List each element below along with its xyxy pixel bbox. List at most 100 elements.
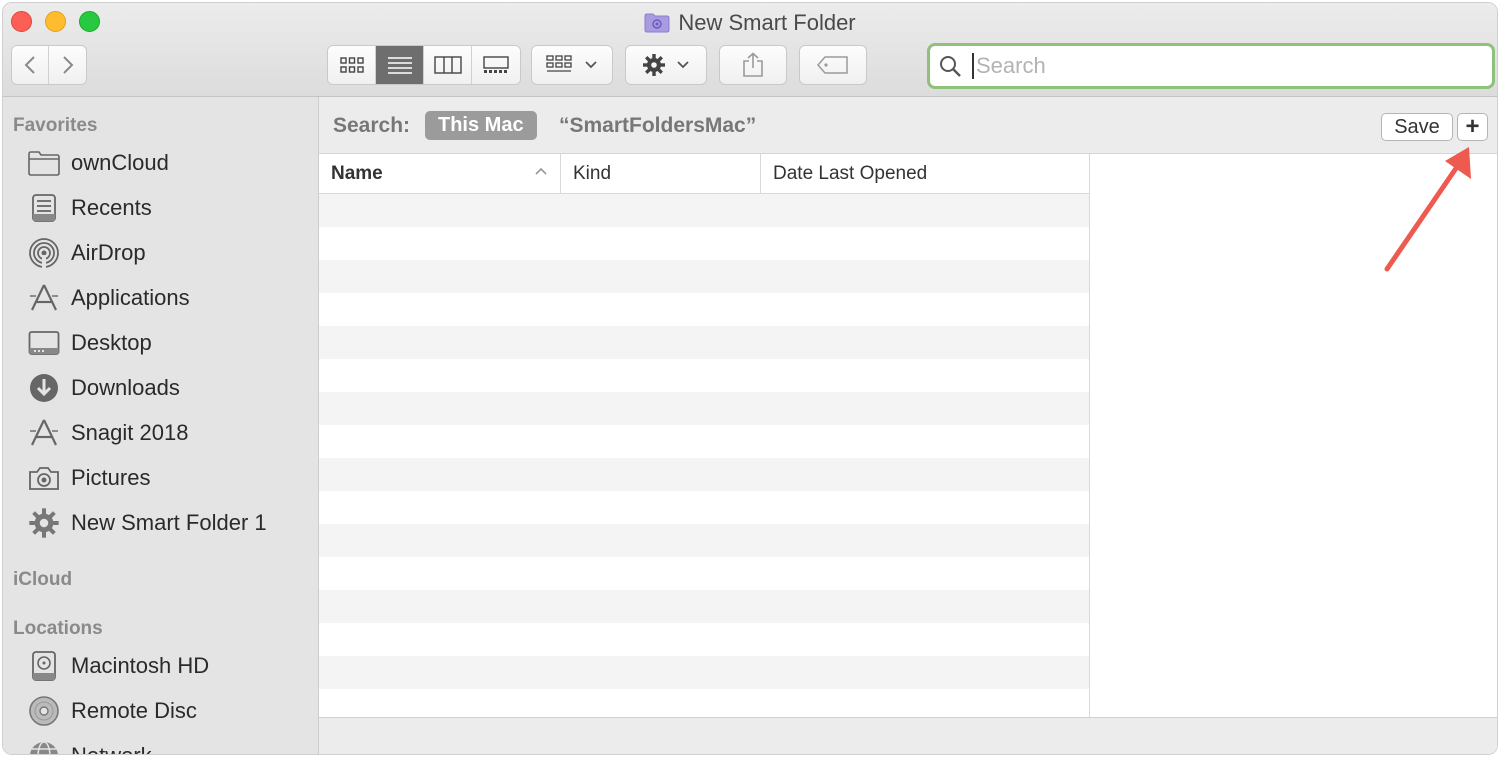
table-row	[319, 590, 1089, 623]
sidebar-item-snagit[interactable]: Snagit 2018	[27, 415, 312, 451]
column-view-icon	[433, 56, 462, 74]
sidebar-heading-locations: Locations	[13, 618, 103, 639]
sidebar-heading-icloud: iCloud	[13, 569, 73, 590]
sidebar-item-label: Snagit 2018	[71, 420, 189, 445]
window-title-text: New Smart Folder	[678, 10, 856, 35]
column-header-name[interactable]: Name	[319, 154, 561, 193]
sidebar-item-label: Downloads	[71, 375, 180, 400]
icon-view-button[interactable]	[328, 46, 376, 84]
table-row	[319, 557, 1089, 590]
table-row	[319, 326, 1089, 359]
search-input[interactable]	[972, 53, 1492, 79]
tag-icon	[817, 56, 848, 74]
camera-icon	[27, 462, 61, 494]
column-header-label: Kind	[573, 162, 612, 184]
column-view-button[interactable]	[424, 46, 472, 84]
forward-button[interactable]	[49, 46, 86, 84]
sidebar-item-label: Pictures	[71, 465, 151, 490]
sidebar-item-remote-disc[interactable]: Remote Disc	[27, 693, 312, 729]
sidebar-item-label: New Smart Folder 1	[71, 510, 267, 535]
sidebar-item-applications[interactable]: Applications	[27, 280, 312, 316]
column-header-row: Name Kind Date Last Opened	[319, 154, 1089, 194]
list-view-icon	[387, 57, 412, 74]
folder-icon	[27, 147, 61, 179]
scope-search-term-button[interactable]: “SmartFoldersMac”	[559, 114, 756, 138]
sidebar-item-pictures[interactable]: Pictures	[27, 460, 312, 496]
hard-drive-icon	[27, 650, 61, 682]
navigation-buttons	[11, 45, 87, 85]
tag-button[interactable]	[799, 45, 867, 85]
chevron-down-icon	[585, 61, 597, 69]
chevron-left-icon	[24, 56, 35, 74]
sidebar-item-owncloud[interactable]: ownCloud	[27, 145, 312, 181]
list-view-button[interactable]	[376, 46, 424, 84]
sidebar-item-recents[interactable]: Recents	[27, 190, 312, 226]
column-header-label: Name	[331, 162, 383, 184]
sort-ascending-icon	[535, 167, 547, 175]
finder-window: New Smart Folder Search Favorites ownClo…	[2, 2, 1498, 755]
search-icon	[930, 54, 970, 78]
sidebar-item-label: Macintosh HD	[71, 653, 210, 678]
table-row	[319, 359, 1089, 392]
save-button[interactable]: Save	[1381, 113, 1453, 141]
sidebar: Favorites ownCloud Recents AirDrop Appli…	[3, 97, 319, 754]
column-header-label: Date Last Opened	[773, 162, 928, 184]
column-header-date-last-opened[interactable]: Date Last Opened	[761, 154, 1089, 193]
group-by-button[interactable]	[531, 45, 613, 85]
action-menu-button[interactable]	[625, 45, 707, 85]
icon-view-icon	[339, 57, 364, 73]
table-row	[319, 260, 1089, 293]
table-row	[319, 689, 1089, 717]
status-bar	[319, 717, 1497, 754]
table-row	[319, 425, 1089, 458]
search-scope-label: Search:	[333, 114, 411, 137]
sidebar-item-downloads[interactable]: Downloads	[27, 370, 312, 406]
search-scope-bar: Search: This Mac “SmartFoldersMac” Save …	[319, 97, 1497, 154]
table-row	[319, 293, 1089, 326]
sidebar-item-label: Network	[71, 743, 152, 754]
gear-icon	[27, 507, 61, 539]
share-button[interactable]	[719, 45, 787, 85]
airdrop-icon	[27, 237, 61, 269]
table-row	[319, 656, 1089, 689]
sidebar-item-label: Recents	[71, 195, 152, 220]
applications-icon	[27, 417, 61, 449]
table-row	[319, 524, 1089, 557]
table-row	[319, 623, 1089, 656]
table-row	[319, 491, 1089, 524]
group-icon	[546, 55, 572, 72]
window-title: New Smart Folder	[3, 9, 1497, 37]
scope-this-mac-button[interactable]: This Mac	[425, 111, 537, 140]
title-bar: New Smart Folder	[3, 3, 1497, 97]
sidebar-heading-favorites: Favorites	[13, 115, 98, 136]
sidebar-item-network[interactable]: Network	[27, 738, 312, 754]
gear-icon	[643, 54, 665, 76]
view-mode-control	[327, 45, 521, 85]
sidebar-item-macintosh-hd[interactable]: Macintosh HD	[27, 648, 312, 684]
chevron-down-icon	[677, 61, 689, 69]
sidebar-item-label: Remote Disc	[71, 698, 197, 723]
gallery-view-button[interactable]	[472, 46, 520, 84]
file-rows	[319, 194, 1089, 717]
sidebar-item-desktop[interactable]: Desktop	[27, 325, 312, 361]
sidebar-item-label: Desktop	[71, 330, 152, 355]
network-icon	[27, 740, 61, 754]
table-row	[319, 194, 1089, 227]
chevron-right-icon	[62, 56, 73, 74]
preview-pane	[1089, 154, 1497, 717]
sidebar-item-new-smart-folder-1[interactable]: New Smart Folder 1	[27, 505, 312, 541]
downloads-icon	[27, 372, 61, 404]
sidebar-item-airdrop[interactable]: AirDrop	[27, 235, 312, 271]
add-criteria-button[interactable]: +	[1457, 113, 1488, 141]
recents-icon	[27, 192, 61, 224]
gallery-view-icon	[483, 56, 509, 73]
disc-icon	[27, 695, 61, 727]
back-button[interactable]	[12, 46, 50, 84]
sidebar-item-label: AirDrop	[71, 240, 146, 265]
search-field[interactable]	[927, 43, 1495, 89]
desktop-icon	[27, 327, 61, 359]
column-header-kind[interactable]: Kind	[561, 154, 761, 193]
table-row	[319, 227, 1089, 260]
table-row	[319, 458, 1089, 491]
applications-icon	[27, 282, 61, 314]
